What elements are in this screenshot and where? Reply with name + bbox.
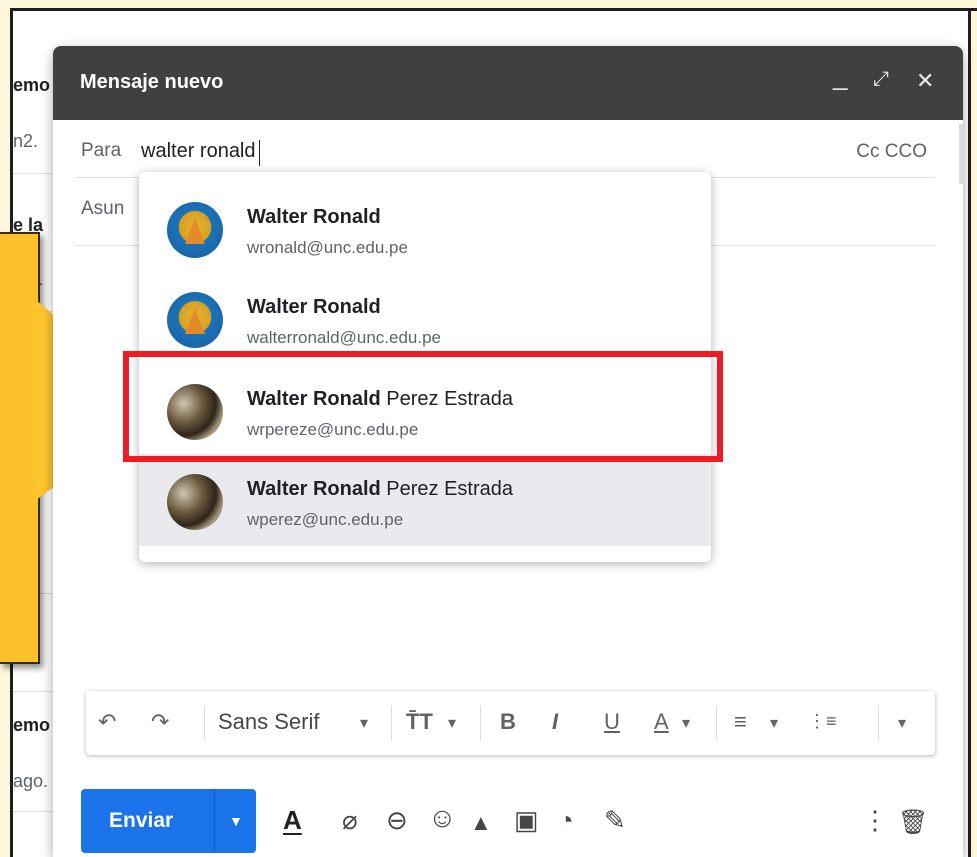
to-field-row: Para walter ronald Cc CCO <box>75 120 935 178</box>
suggestion-item[interactable]: Walter Ronald Perez Estrada wperez@unc.e… <box>139 454 711 546</box>
align-icon[interactable]: ≡ <box>734 709 747 735</box>
toolbar-separator <box>480 705 481 741</box>
font-family-select[interactable]: Sans Serif <box>218 709 320 735</box>
signature-icon[interactable]: ✎ <box>604 805 626 836</box>
avatar <box>167 384 223 440</box>
formatting-options-icon[interactable]: A <box>283 805 302 836</box>
frame-right-strip <box>971 8 977 857</box>
text-size-icon[interactable]: T̄T <box>406 709 433 735</box>
more-formatting-icon[interactable]: ▾ <box>898 713 906 733</box>
schedule-send-dropdown[interactable]: ▼ <box>214 789 256 853</box>
redo-icon[interactable]: ↷ <box>151 709 169 735</box>
chevron-down-icon[interactable]: ▾ <box>682 713 690 733</box>
suggestion-email: wperez@unc.edu.pe <box>247 510 404 529</box>
minimize-icon[interactable]: _ <box>833 61 847 92</box>
chevron-down-icon[interactable]: ▾ <box>360 713 368 733</box>
chevron-down-icon[interactable]: ▾ <box>448 713 456 733</box>
suggestion-email: wrpereze@unc.edu.pe <box>247 420 419 439</box>
suggestion-name: Walter Ronald <box>247 206 381 228</box>
suggestion-email: walterronald@unc.edu.pe <box>247 328 441 347</box>
compose-title: Mensaje nuevo <box>80 71 224 93</box>
chevron-down-icon[interactable]: ▾ <box>770 713 778 733</box>
trash-icon[interactable]: 🗑 <box>898 808 928 837</box>
subject-label: Asun <box>81 198 125 219</box>
confidential-mode-icon[interactable]: ◔ <box>558 805 574 836</box>
numbered-list-icon[interactable]: ⋮≡ <box>808 711 837 732</box>
recipient-suggestions: Walter Ronald wronald@unc.edu.pe Walter … <box>139 172 711 562</box>
compose-scrollbar[interactable] <box>959 124 963 184</box>
photo-icon[interactable]: ▣ <box>514 805 539 836</box>
suggestion-name: Walter Ronald Perez Estrada <box>247 478 514 500</box>
suggestion-name: Walter Ronald <box>247 296 381 318</box>
toolbar-separator <box>878 705 879 741</box>
send-button-label: Enviar <box>109 809 174 832</box>
bold-icon[interactable]: B <box>500 709 516 735</box>
cc-bcc-links[interactable]: Cc CCO <box>856 141 927 163</box>
suggestion-item[interactable]: Walter Ronald Perez Estrada wrpereze@unc… <box>139 352 711 442</box>
fullscreen-icon[interactable]: ⤢ <box>873 68 889 91</box>
text-color-icon[interactable]: A <box>654 709 669 735</box>
attach-icon[interactable]: ⌀ <box>342 805 358 836</box>
compose-header[interactable]: Mensaje nuevo _ ⤢ ✕ <box>53 46 963 120</box>
suggestion-email: wronald@unc.edu.pe <box>247 238 408 257</box>
callout-box <box>0 232 40 664</box>
italic-icon[interactable]: I <box>552 709 558 735</box>
toolbar-separator <box>391 705 392 741</box>
toolbar-separator <box>716 705 717 741</box>
frame-border <box>968 8 971 857</box>
send-button[interactable]: Enviar <box>81 789 214 853</box>
to-input[interactable]: walter ronald <box>141 140 260 166</box>
avatar <box>167 474 223 530</box>
suggestion-name: Walter Ronald Perez Estrada <box>247 388 514 410</box>
to-label: Para <box>81 140 122 161</box>
drive-icon[interactable]: ▲ <box>470 810 492 836</box>
avatar <box>167 202 223 258</box>
frame-border <box>10 8 977 11</box>
undo-icon[interactable]: ↶ <box>98 709 116 735</box>
close-icon[interactable]: ✕ <box>916 68 934 94</box>
link-icon[interactable]: ⊖ <box>386 805 408 836</box>
chevron-down-icon: ▼ <box>229 813 243 829</box>
emoji-icon[interactable]: ☺ <box>428 802 457 834</box>
suggestion-item[interactable]: Walter Ronald walterronald@unc.edu.pe <box>139 262 711 352</box>
avatar <box>167 292 223 348</box>
more-options-icon[interactable]: ⋮ <box>862 805 888 836</box>
suggestion-item[interactable]: Walter Ronald wronald@unc.edu.pe <box>139 172 711 262</box>
underline-icon[interactable]: U <box>604 709 620 735</box>
formatting-toolbar: ↶ ↷ Sans Serif ▾ T̄T ▾ B I U A ▾ ≡ ▾ ⋮≡ … <box>86 691 935 755</box>
toolbar-separator <box>204 705 205 741</box>
